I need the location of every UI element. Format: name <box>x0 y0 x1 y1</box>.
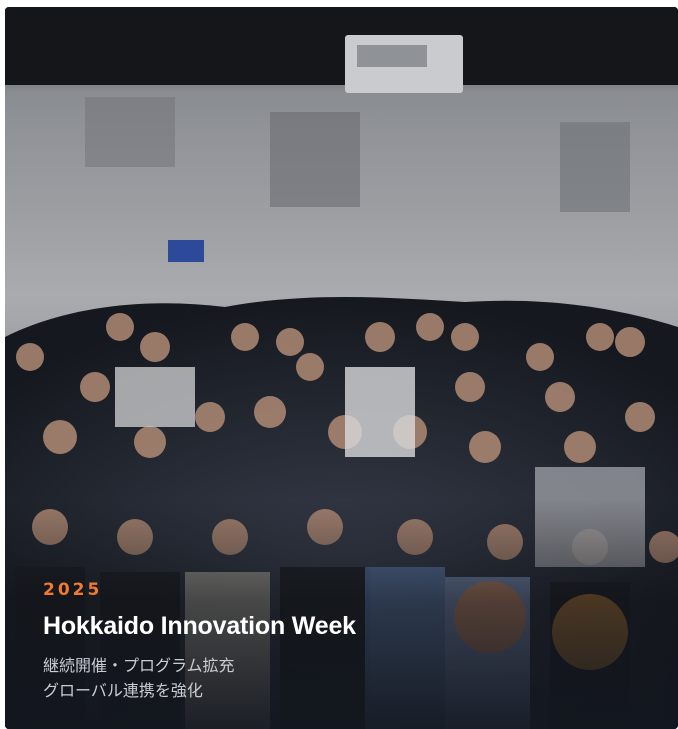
event-year: 2025 <box>43 580 103 600</box>
event-description: 継続開催・プログラム拡充 グローバル連携を強化 <box>43 653 658 703</box>
description-line-1: 継続開催・プログラム拡充 <box>43 656 235 675</box>
event-card[interactable]: 2025 Hokkaido Innovation Week 継続開催・プログラム… <box>5 7 678 729</box>
card-caption: 2025 Hokkaido Innovation Week 継続開催・プログラム… <box>43 580 658 703</box>
description-line-2: グローバル連携を強化 <box>43 681 203 700</box>
event-title: Hokkaido Innovation Week <box>43 612 356 640</box>
